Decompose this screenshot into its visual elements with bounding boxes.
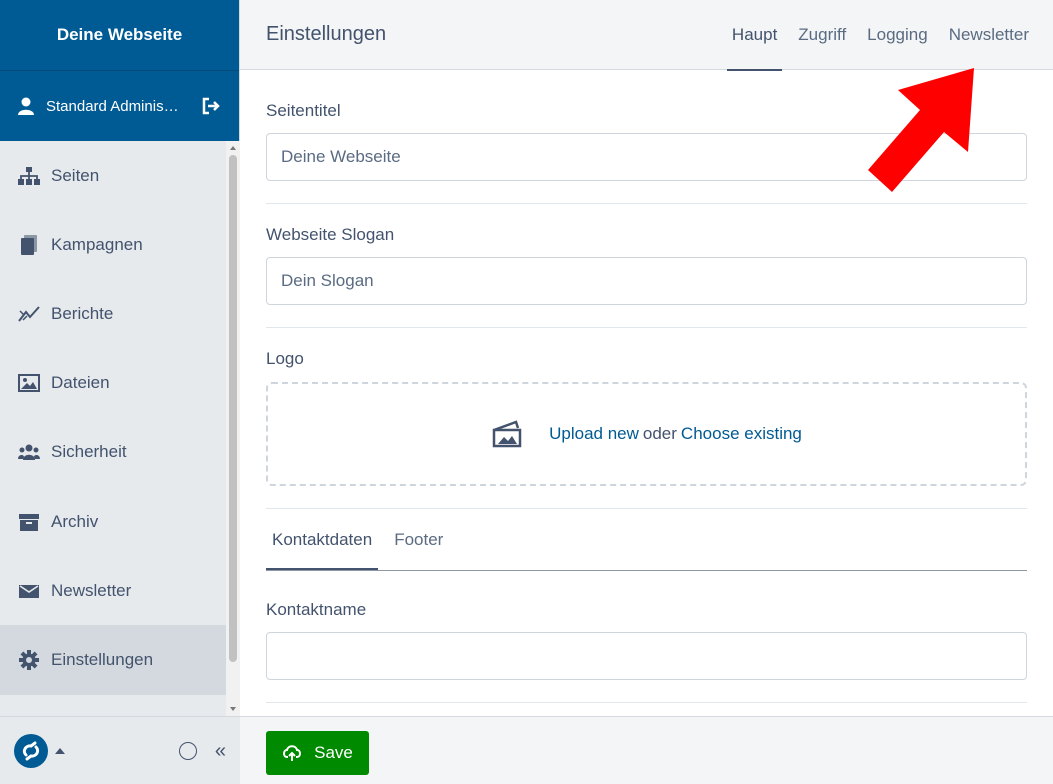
sidebar-item-label: Kampagnen <box>51 234 143 254</box>
sidebar-item-label: Berichte <box>51 303 114 323</box>
sidebar-item-einstellungen[interactable]: Einstellungen <box>0 625 226 695</box>
slogan-label: Webseite Slogan <box>266 225 395 244</box>
sidebar-scrollbar[interactable] <box>226 141 240 716</box>
sidebar-item-kampagnen[interactable]: Kampagnen <box>0 210 226 279</box>
sidebar-menu: Seiten Kampagnen Berichte Dateien Sicher… <box>0 141 226 716</box>
scroll-up-arrow[interactable] <box>230 146 236 150</box>
user-name[interactable]: Standard Adminis… <box>46 98 191 115</box>
sitemap-icon <box>18 166 40 186</box>
sidebar-item-label: Sicherheit <box>51 442 127 462</box>
red-arrow-annotation <box>868 68 974 192</box>
scroll-down-arrow[interactable] <box>230 707 236 711</box>
logo-upload-dropzone[interactable]: Upload new oder Choose existing <box>266 382 1027 486</box>
action-bar: Save <box>240 716 1053 784</box>
user-bar: Standard Adminis… <box>0 70 239 141</box>
upload-new-link[interactable]: Upload new <box>549 424 639 444</box>
sidebar-item-sicherheit[interactable]: Sicherheit <box>0 418 226 487</box>
scroll-thumb[interactable] <box>229 155 237 662</box>
contact-subtabs: Kontaktdaten Footer <box>266 518 1027 571</box>
sidebar-item-label: Seiten <box>51 165 100 185</box>
cloud-upload-icon <box>282 744 302 762</box>
sidebar-item-label: Einstellungen <box>51 649 154 669</box>
image-icon <box>18 373 40 393</box>
subtab-kontaktdaten[interactable]: Kontaktdaten <box>266 513 379 570</box>
sidebar-footer: « <box>0 716 240 784</box>
sidebar-item-label: Dateien <box>51 373 110 393</box>
sidebar-item-seiten[interactable]: Seiten <box>0 141 226 210</box>
logout-icon[interactable] <box>201 97 221 115</box>
users-icon <box>18 442 40 462</box>
divider <box>266 508 1027 509</box>
brand-title[interactable]: Deine Webseite <box>0 0 239 70</box>
contact-name-input[interactable] <box>266 632 1027 680</box>
logo-label: Logo <box>266 349 304 368</box>
pages-icon <box>18 234 40 255</box>
sidebar-item-berichte[interactable]: Berichte <box>0 279 226 348</box>
upload-image-icon <box>491 420 523 448</box>
divider <box>266 203 1027 204</box>
gear-icon <box>18 649 40 670</box>
divider <box>266 702 1027 703</box>
sidebar-item-newsletter[interactable]: Newsletter <box>0 556 226 625</box>
cms-logo-icon[interactable] <box>14 733 48 768</box>
tab-haupt[interactable]: Haupt <box>726 0 783 71</box>
tab-zugriff[interactable]: Zugriff <box>793 0 851 70</box>
upload-or-text: oder <box>642 424 677 443</box>
chart-line-icon <box>18 304 40 324</box>
contact-name-label: Kontaktname <box>266 600 367 619</box>
save-button[interactable]: Save <box>266 731 369 775</box>
sidebar-item-label: Archiv <box>51 511 99 531</box>
slogan-input[interactable] <box>266 257 1027 305</box>
collapse-sidebar-icon[interactable]: « <box>215 741 226 761</box>
user-icon <box>18 97 34 115</box>
subtab-footer[interactable]: Footer <box>388 513 449 566</box>
sidebar-item-dateien[interactable]: Dateien <box>0 349 226 418</box>
circle-icon[interactable] <box>178 741 197 760</box>
save-button-label: Save <box>314 743 353 762</box>
envelope-icon <box>18 581 40 601</box>
page-title: Einstellungen <box>266 23 387 45</box>
choose-existing-link[interactable]: Choose existing <box>681 424 802 444</box>
sidebar: Deine Webseite Standard Adminis… Seiten … <box>0 0 240 784</box>
caret-up-icon[interactable] <box>55 747 65 754</box>
archive-icon <box>18 512 40 532</box>
divider <box>266 327 1027 328</box>
sidebar-item-archiv[interactable]: Archiv <box>0 487 226 556</box>
sidebar-item-label: Newsletter <box>51 580 132 600</box>
